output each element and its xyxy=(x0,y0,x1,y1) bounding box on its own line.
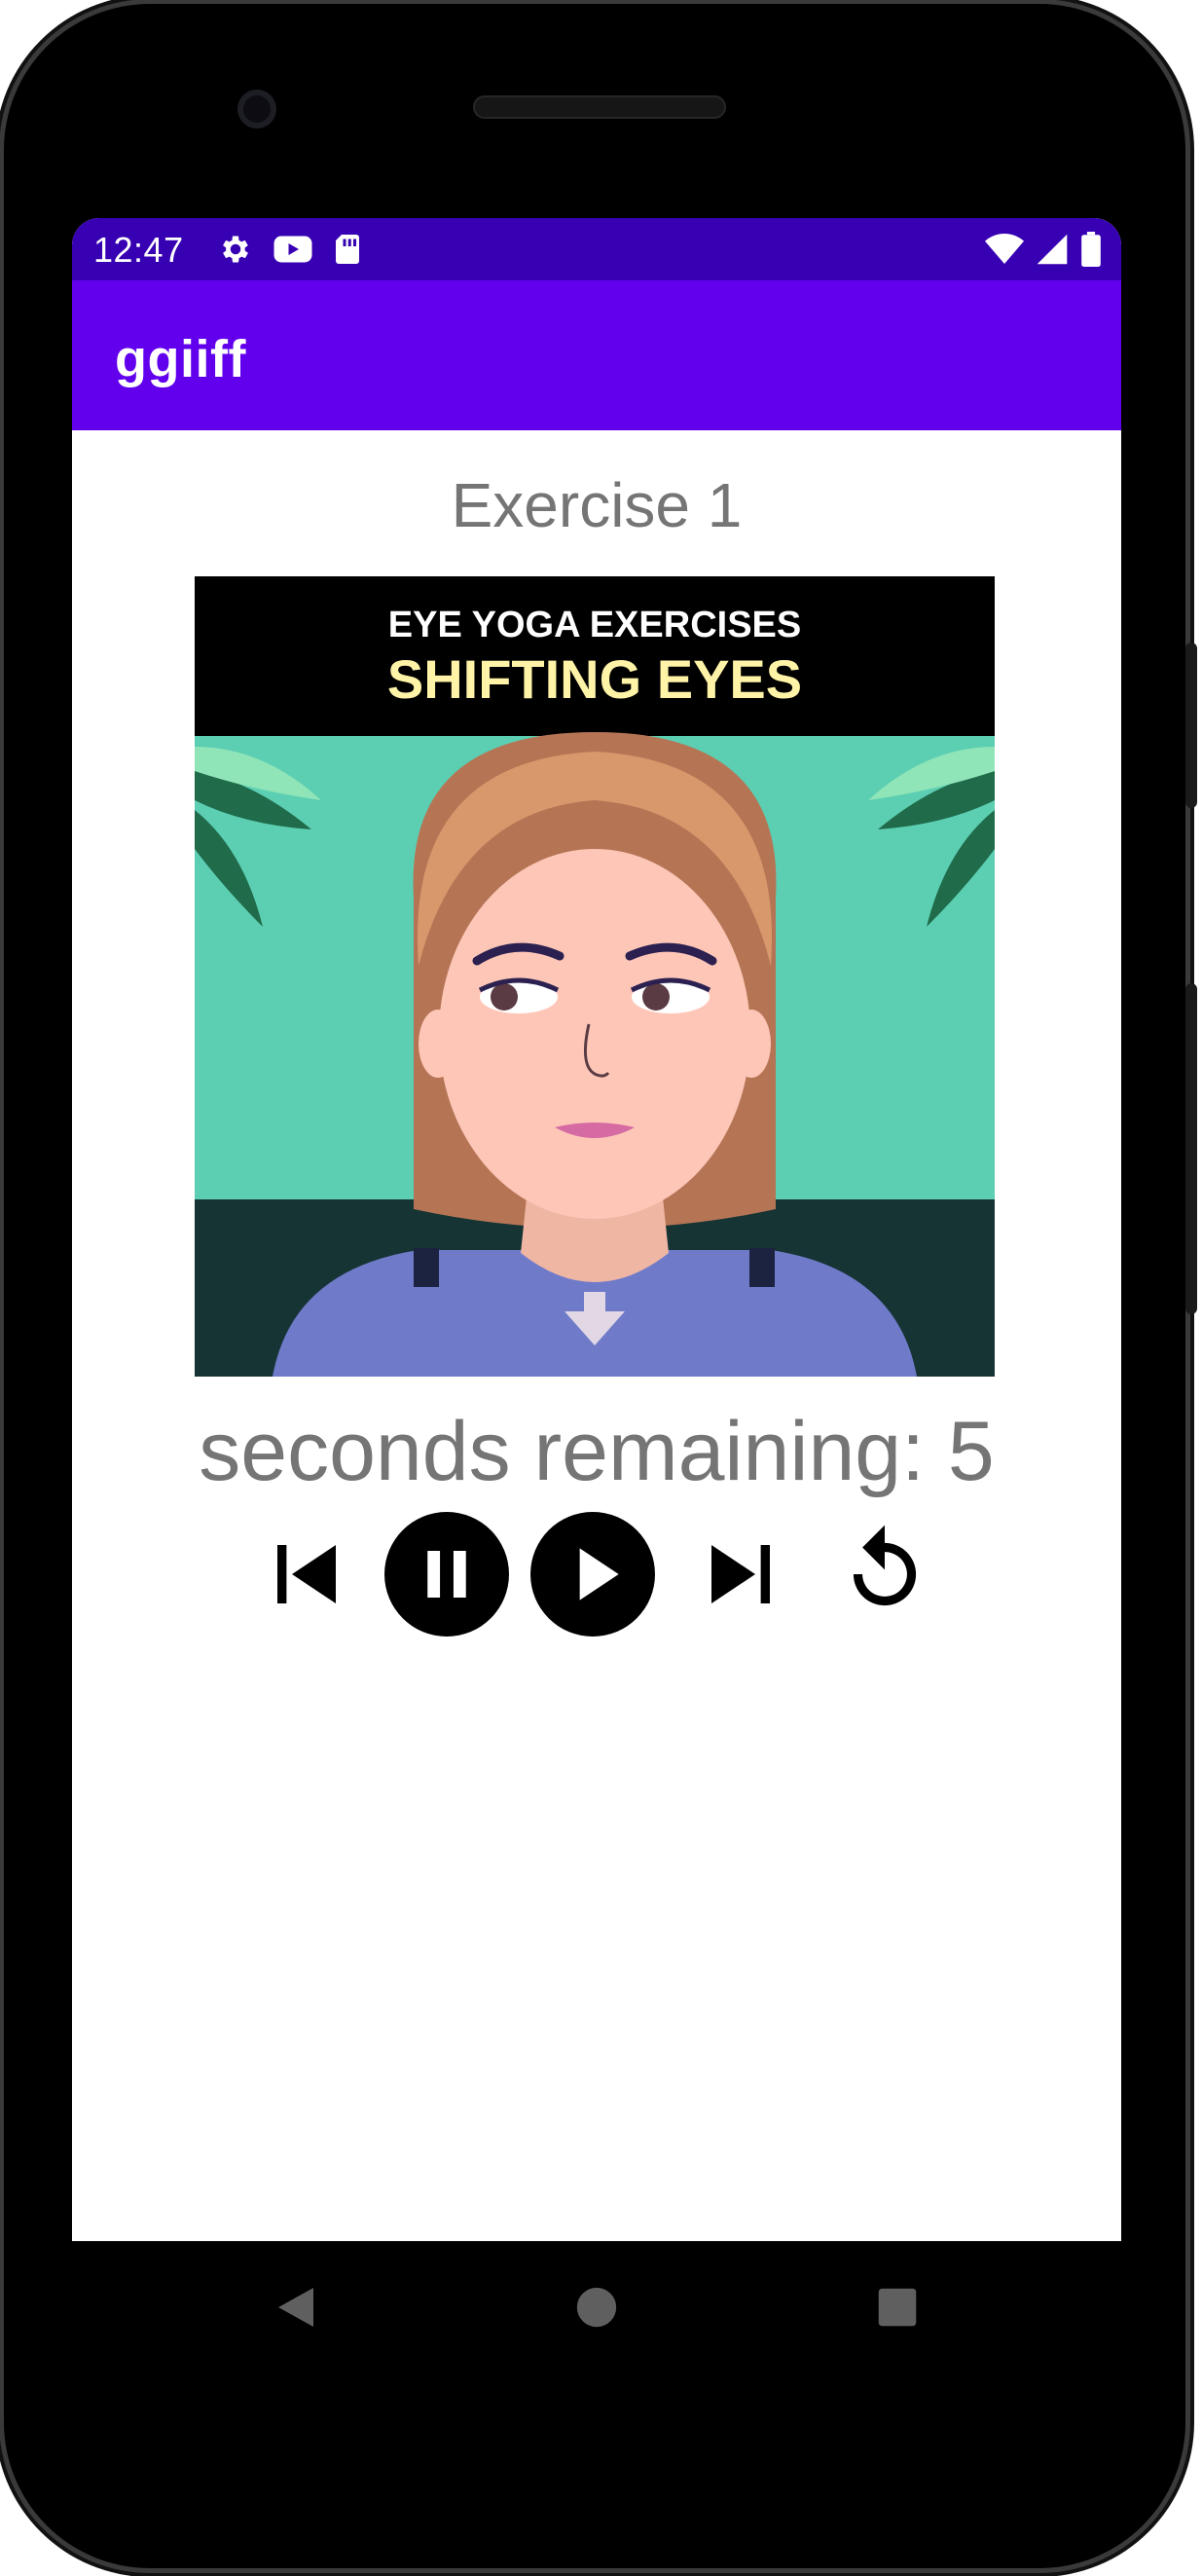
front-camera xyxy=(237,90,276,129)
app-bar: ggiiff xyxy=(72,280,1121,430)
app-title: ggiiff xyxy=(115,330,246,388)
recents-icon xyxy=(877,2287,918,2333)
exercise-gif: EYE YOGA EXERCISES SHIFTING EYES xyxy=(195,576,995,1377)
replay-button[interactable] xyxy=(821,1513,948,1639)
seconds-remaining-text: seconds remaining: 5 xyxy=(199,1405,995,1498)
pause-icon xyxy=(384,1511,509,1641)
power-button xyxy=(1185,983,1197,1314)
screen: 12:47 ggiiff Exercise 1 EYE YOGA EXERCIS… xyxy=(72,218,1121,2241)
gif-caption-line1: EYE YOGA EXERCISES xyxy=(388,605,801,645)
recents-button[interactable] xyxy=(868,2280,927,2338)
home-button[interactable] xyxy=(567,2280,626,2338)
wifi-icon xyxy=(985,233,1024,271)
sd-card-icon xyxy=(333,232,362,272)
replay-icon xyxy=(831,1521,938,1633)
battery-icon xyxy=(1080,232,1102,272)
exercise-title: Exercise 1 xyxy=(451,470,743,540)
cell-signal-icon xyxy=(1036,233,1069,271)
youtube-icon xyxy=(273,232,313,272)
skip-next-icon xyxy=(697,1530,784,1623)
gif-caption-line2: SHIFTING EYES xyxy=(387,648,802,710)
back-button[interactable] xyxy=(267,2280,325,2338)
playback-controls xyxy=(72,1511,1121,1641)
settings-icon xyxy=(218,232,253,272)
earpiece-speaker xyxy=(473,95,726,119)
system-navigation-bar xyxy=(72,2241,1121,2377)
play-button[interactable] xyxy=(529,1511,656,1641)
volume-button xyxy=(1185,643,1197,808)
skip-previous-icon xyxy=(263,1530,350,1623)
skip-previous-button[interactable] xyxy=(243,1513,370,1639)
home-icon xyxy=(575,2286,618,2334)
pause-button[interactable] xyxy=(383,1511,510,1641)
status-bar: 12:47 xyxy=(72,218,1121,280)
phone-frame: 12:47 ggiiff Exercise 1 EYE YOGA EXERCIS… xyxy=(4,4,1185,2568)
skip-next-button[interactable] xyxy=(677,1513,804,1639)
status-time: 12:47 xyxy=(93,230,184,270)
play-icon xyxy=(530,1511,655,1641)
back-icon xyxy=(274,2284,317,2336)
